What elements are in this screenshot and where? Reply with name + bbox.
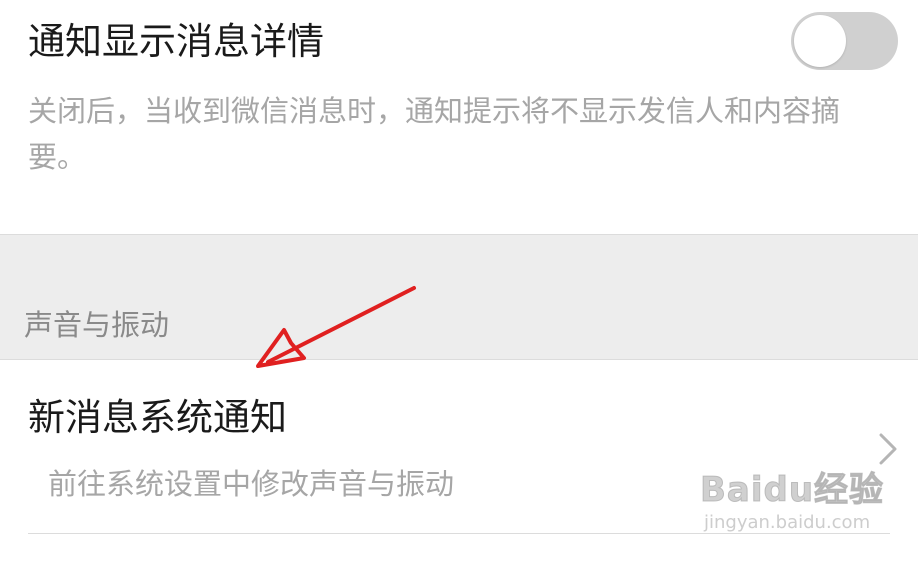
watermark-brand: Baidu经验 — [699, 470, 885, 511]
notification-detail-description: 关闭后，当收到微信消息时，通知提示将不显示发信人和内容摘要。 — [28, 94, 841, 174]
baidu-watermark: Baidu经验 jingyan.baidu.com — [699, 462, 900, 552]
toggle-knob — [794, 15, 846, 67]
section-header-sound-vibration: 声音与振动 — [0, 234, 918, 360]
system-notification-title: 新消息系统通知 — [28, 396, 287, 439]
settings-screen: 通知显示消息详情 关闭后，当收到微信消息时，通知提示将不显示发信人和内容摘要。 … — [0, 0, 918, 562]
notification-detail-row: 通知显示消息详情 关闭后，当收到微信消息时，通知提示将不显示发信人和内容摘要。 — [0, 0, 918, 234]
system-notification-description: 前往系统设置中修改声音与振动 — [48, 467, 455, 501]
chevron-right-icon — [879, 433, 897, 465]
notification-detail-title: 通知显示消息详情 — [28, 20, 324, 63]
watermark-url: jingyan.baidu.com — [704, 512, 871, 533]
section-label: 声音与振动 — [24, 308, 170, 342]
notification-detail-toggle[interactable] — [791, 12, 898, 70]
